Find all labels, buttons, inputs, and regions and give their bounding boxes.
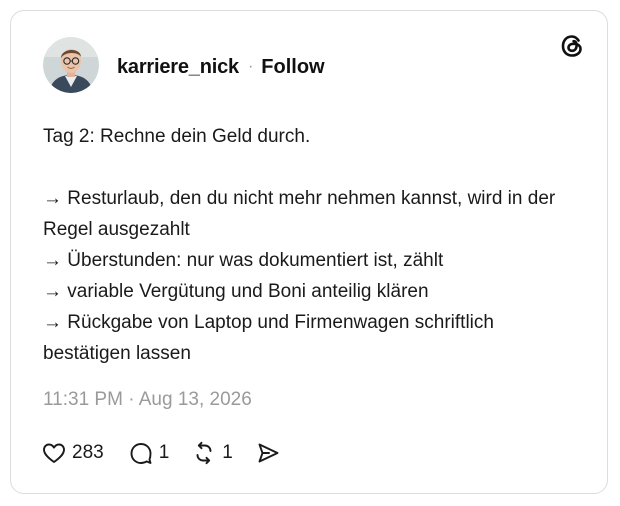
reply-button[interactable]: 1 — [128, 440, 170, 466]
post-line-bullet: → Überstunden: nur was dokumentiert ist,… — [43, 250, 444, 271]
post-line-bullet: → Resturlaub, den du nicht mehr nehmen k… — [43, 188, 556, 240]
post-text: Tag 2: Rechne dein Geld durch. → Resturl… — [43, 121, 583, 369]
repost-button[interactable]: 1 — [191, 440, 233, 466]
header-separator: · — [247, 58, 254, 75]
author-username[interactable]: karriere_nick — [117, 56, 239, 79]
threads-logo-icon[interactable] — [558, 32, 586, 60]
post-timestamp[interactable]: 11:31 PM · Aug 13, 2026 — [43, 389, 252, 411]
repost-icon — [196, 441, 212, 465]
avatar[interactable] — [43, 37, 99, 93]
action-bar: 283 1 1 — [41, 439, 281, 467]
avatar-photo — [43, 37, 99, 93]
post-line-blank — [43, 152, 583, 183]
post-line-bullet: → Rückgabe von Laptop und Firmenwagen sc… — [43, 312, 494, 364]
share-button[interactable] — [255, 440, 281, 466]
like-count: 283 — [72, 442, 104, 463]
reply-count: 1 — [158, 442, 170, 463]
share-icon — [258, 443, 279, 463]
post-line-title: Tag 2: Rechne dein Geld durch. — [43, 126, 311, 147]
post-line-bullet: → variable Vergütung und Boni anteilig k… — [43, 281, 429, 302]
post-header: karriere_nick · Follow — [117, 55, 325, 79]
like-button[interactable]: 283 — [41, 440, 104, 466]
heart-icon — [43, 443, 65, 463]
follow-button[interactable]: Follow — [261, 56, 324, 79]
post-card: karriere_nick · Follow Tag 2: Rechne dei… — [10, 10, 608, 494]
repost-count: 1 — [222, 442, 233, 463]
comment-icon — [130, 443, 152, 464]
